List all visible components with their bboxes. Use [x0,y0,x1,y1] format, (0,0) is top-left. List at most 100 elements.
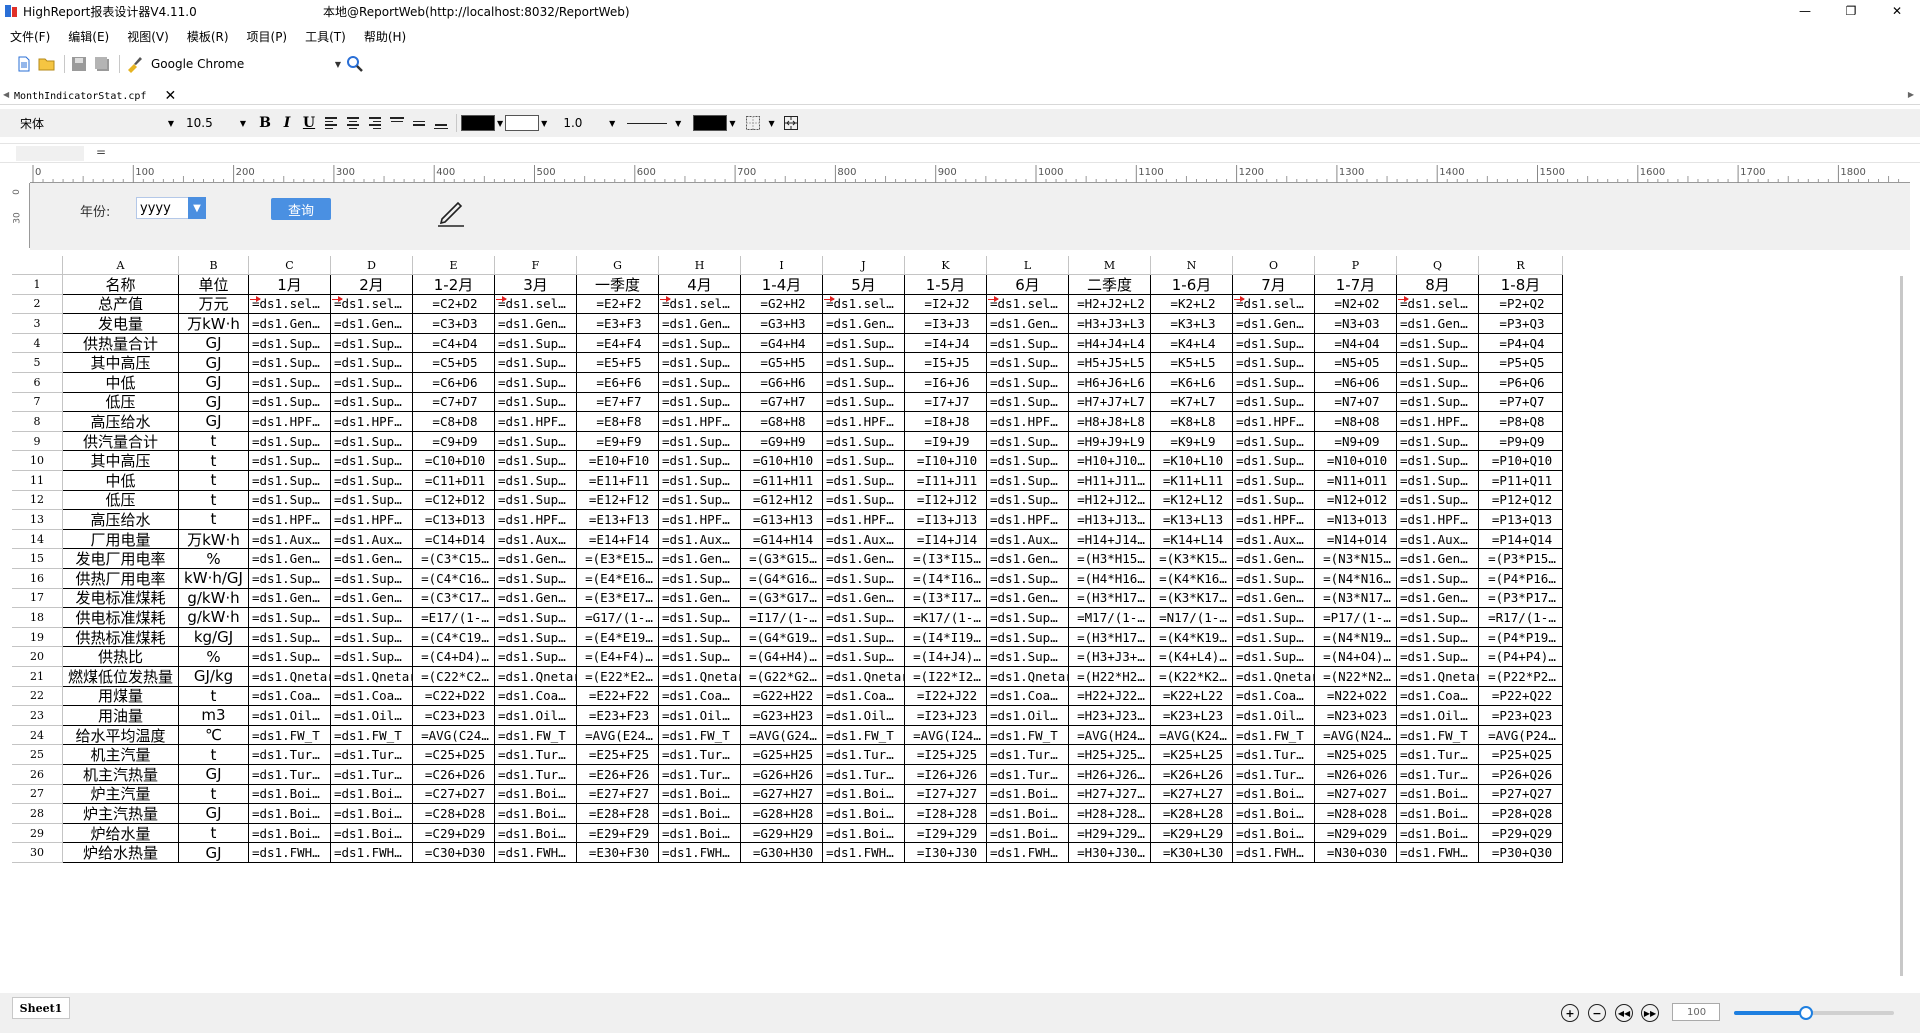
table-header-cell[interactable]: 一季度 [577,275,659,295]
table-header-cell[interactable]: 6月 [987,275,1069,295]
formula-cell[interactable]: =ds1.Sup… [1233,353,1315,373]
formula-cell[interactable]: =ds1.HPF… [331,510,413,530]
formula-cell[interactable]: =(N4+O4)… [1315,647,1397,667]
formula-cell[interactable]: =ds1.FW_T [823,725,905,746]
table-header-cell[interactable]: 单位 [179,275,249,295]
formula-cell[interactable]: =ds1.Sup… [331,569,413,589]
formula-cell[interactable]: =ds1.Boi… [495,804,577,824]
formula-cell[interactable]: =ds1.Sup… [987,431,1069,452]
formula-cell[interactable]: =(I4+J4)… [905,647,987,667]
formula-cell[interactable]: =ds1.sel… [331,294,413,315]
row-header[interactable]: 15 [12,549,63,569]
formula-cell[interactable]: =ds1.Sup… [249,471,331,491]
formula-cell[interactable]: =G27+H27 [741,784,823,805]
formula-cell[interactable]: =AVG(N24… [1315,725,1397,746]
formula-cell[interactable]: =(E3*E17… [577,588,659,609]
formula-cell[interactable]: =N27+O27 [1315,784,1397,805]
formula-cell[interactable]: =ds1.Sup… [823,373,905,393]
formula-cell[interactable]: =K4+L4 [1151,333,1233,354]
formula-cell[interactable]: =ds1.Sup… [1397,353,1479,373]
formula-cell[interactable]: =P22+Q22 [1479,686,1563,707]
formula-cell[interactable]: =ds1.FWH… [495,843,577,863]
column-header-j[interactable]: J [823,256,905,275]
table-header-cell[interactable]: 1-8月 [1479,275,1563,295]
formula-cell[interactable]: =ds1.Sup… [1233,471,1315,491]
formula-cell[interactable]: =C3+D3 [413,314,495,334]
formula-cell[interactable]: =K9+L9 [1151,431,1233,452]
formula-cell[interactable]: =H28+J28… [1069,804,1151,824]
formula-cell[interactable]: =ds1.Sup… [823,627,905,648]
formula-cell[interactable]: =ds1.Sup… [987,569,1069,589]
row-name-cell[interactable]: 其中高压 [63,353,179,373]
formula-cell[interactable]: =ds1.sel… [249,294,331,315]
zoom-slider[interactable] [1734,1006,1894,1020]
formula-cell[interactable]: =ds1.Gen… [1233,549,1315,569]
formula-cell[interactable]: =C22+D22 [413,686,495,707]
row-header[interactable]: 19 [12,627,63,648]
formula-cell[interactable]: =E30+F30 [577,843,659,863]
formula-cell[interactable]: =P30+Q30 [1479,843,1563,863]
formula-cell[interactable]: =ds1.Sup… [331,431,413,452]
menu-tools[interactable]: 工具(T) [305,28,346,45]
formula-cell[interactable]: =ds1.Sup… [659,647,741,667]
row-header[interactable]: 13 [12,510,63,530]
formula-cell[interactable]: =(P4*P19… [1479,627,1563,648]
formula-cell[interactable]: =K25+L25 [1151,745,1233,765]
formula-cell[interactable]: =ds1.Tur… [987,765,1069,785]
scrollbar-thumb[interactable] [1900,276,1903,976]
formula-cell[interactable]: =ds1.Sup… [987,608,1069,628]
formula-cell[interactable]: =ds1.Gen… [1397,314,1479,334]
row-header[interactable]: 23 [12,706,63,726]
valign-top-icon[interactable] [386,113,408,133]
formula-cell[interactable]: =I5+J5 [905,353,987,373]
formula-cell[interactable]: =ds1.Sup… [1397,373,1479,393]
formula-cell[interactable]: =H10+J10… [1069,451,1151,471]
preview-brush-icon[interactable] [124,54,144,74]
formula-cell[interactable]: =ds1.Gen… [249,588,331,609]
formula-cell[interactable]: =E8+F8 [577,412,659,432]
formula-cell[interactable]: =ds1.HPF… [249,412,331,432]
formula-cell[interactable]: =ds1.Sup… [331,353,413,373]
row-header[interactable]: 9 [12,431,63,452]
font-size-select[interactable]: 10.5 ▼ [182,113,248,133]
formula-cell[interactable]: =ds1.Sup… [659,392,741,413]
vertical-scrollbar[interactable] [1897,256,1907,981]
formula-cell[interactable]: =I29+J29 [905,823,987,844]
formula-cell[interactable]: =ds1.Sup… [659,569,741,589]
table-header-cell[interactable]: 7月 [1233,275,1315,295]
sheet-grid[interactable]: ABCDEFGHIJKLMNOPQR 1 名称 单位 1月 2月 1-2月 3月 一季度 4月 1… [12,256,1894,981]
formula-cell[interactable]: =E26+F26 [577,765,659,785]
formula-cell[interactable]: =ds1.Gen… [987,588,1069,609]
cell-name-box[interactable] [16,146,84,161]
formula-cell[interactable]: =N2+O2 [1315,294,1397,315]
row-name-cell[interactable]: 发电量 [63,314,179,334]
formula-cell[interactable]: =ds1.Sup… [495,392,577,413]
formula-cell[interactable]: =ds1.Sup… [1397,392,1479,413]
formula-cell[interactable]: =ds1.Oil… [1233,706,1315,726]
formula-cell[interactable]: =G6+H6 [741,373,823,393]
unit-cell[interactable]: t [179,784,249,805]
formula-cell[interactable]: =ds1.Tur… [823,745,905,765]
formula-cell[interactable]: =ds1.sel… [987,294,1069,315]
formula-cell[interactable]: =N5+O5 [1315,353,1397,373]
row-name-cell[interactable]: 发电标准煤耗 [63,588,179,609]
formula-cell[interactable]: =ds1.Qnetar [249,667,331,687]
formula-cell[interactable]: =P2+Q2 [1479,294,1563,315]
unit-cell[interactable]: t [179,490,249,511]
formula-cell[interactable]: =ds1.Sup… [823,608,905,628]
formula-cell[interactable]: =ds1.Qnetar [495,667,577,687]
formula-cell[interactable]: =K17/(1-… [905,608,987,628]
formula-cell[interactable]: =ds1.Tur… [1233,765,1315,785]
formula-cell[interactable]: =ds1.Tur… [1397,745,1479,765]
formula-cell[interactable]: =C13+D13 [413,510,495,530]
formula-cell[interactable]: =ds1.Sup… [823,353,905,373]
formula-cell[interactable]: =ds1.Sup… [331,490,413,511]
formula-cell[interactable]: =P13+Q13 [1479,510,1563,530]
unit-cell[interactable]: t [179,510,249,530]
unit-cell[interactable]: t [179,431,249,452]
formula-cell[interactable]: =N13+O13 [1315,510,1397,530]
formula-cell[interactable]: =ds1.HPF… [1397,412,1479,432]
table-header-cell[interactable]: 8月 [1397,275,1479,295]
query-button[interactable]: 查询 [271,198,331,220]
formula-cell[interactable]: =K10+L10 [1151,451,1233,471]
